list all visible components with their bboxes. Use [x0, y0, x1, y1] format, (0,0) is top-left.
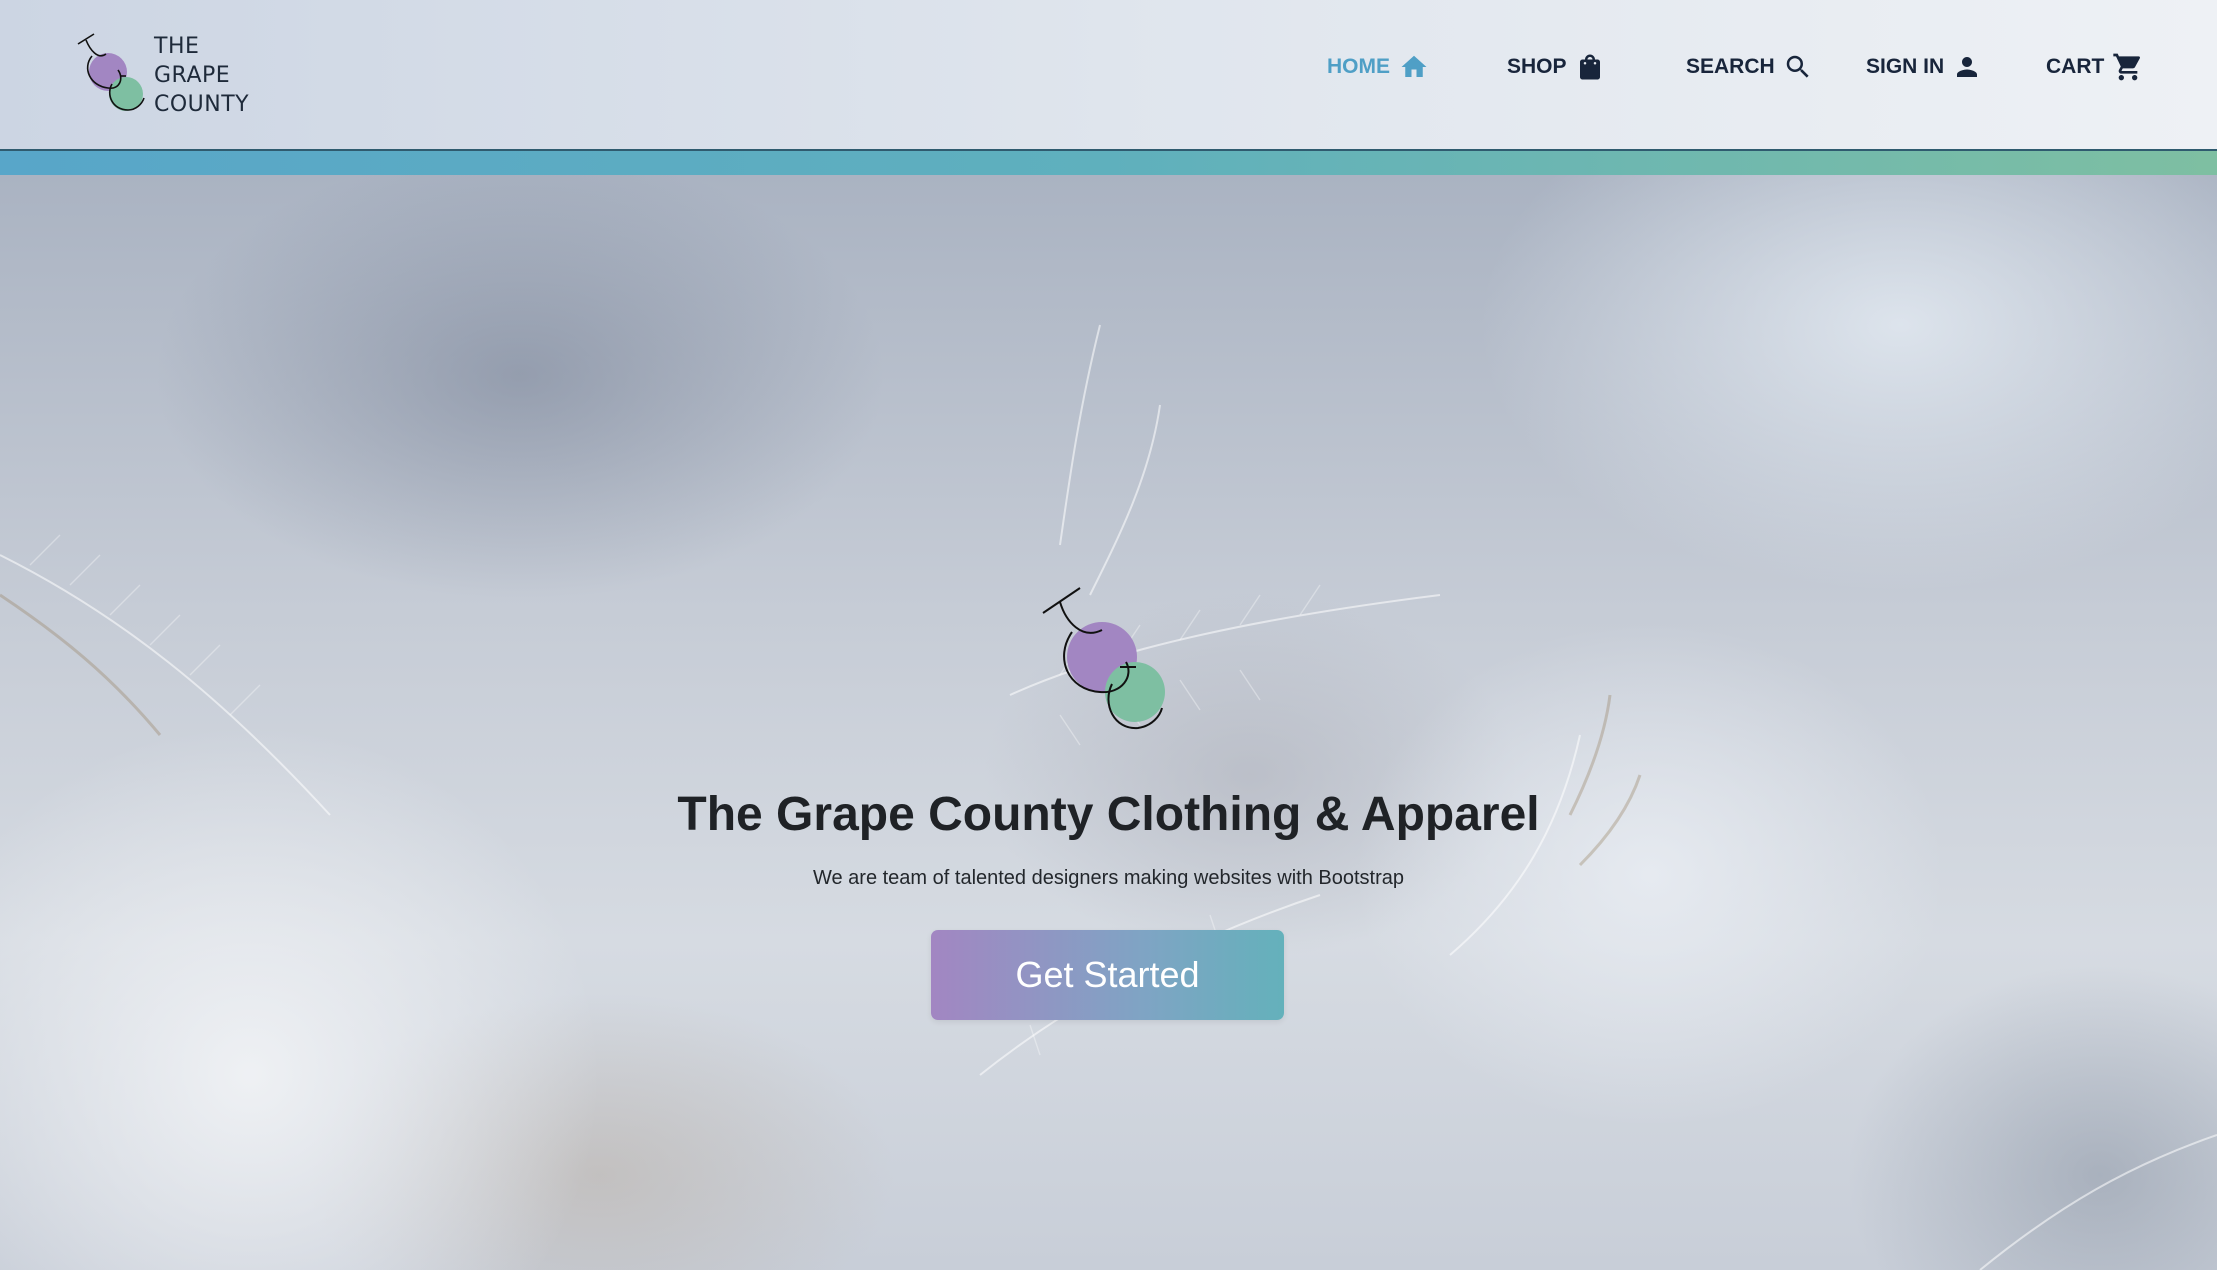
logo-wordmark: THE GRAPE COUNTY	[154, 32, 249, 119]
nav-shop[interactable]: SHOP	[1507, 46, 1605, 88]
nav-search-label: SEARCH	[1686, 55, 1775, 78]
nav-home-label: HOME	[1327, 55, 1390, 78]
nav-cart-label: CART	[2046, 55, 2105, 78]
logo-line: GRAPE	[154, 63, 231, 88]
hero-section: The Grape County Clothing & Apparel We a…	[0, 175, 2217, 1270]
nav-sign-in-label: SIGN IN	[1866, 55, 1945, 78]
site-header: THE GRAPE COUNTY HOME SHOP SEARCH SIGN I…	[0, 0, 2217, 151]
hero-subtitle: We are team of talented designers making…	[812, 867, 1405, 889]
nav-sign-in[interactable]: SIGN IN	[1866, 46, 1982, 88]
search-icon	[1786, 55, 1809, 78]
logo-line: COUNTY	[154, 92, 250, 117]
home-icon	[1401, 55, 1427, 77]
nav-home[interactable]: HOME	[1327, 46, 1430, 88]
grape-logo-icon	[77, 33, 145, 111]
header-accent-bar	[0, 151, 2217, 175]
hero-grape-logo-icon	[1042, 587, 1165, 730]
cart-icon	[2113, 53, 2141, 81]
nav-search[interactable]: SEARCH	[1686, 46, 1813, 88]
logo-line: THE	[154, 34, 200, 59]
user-icon	[1957, 57, 1978, 77]
shopping-bag-icon	[1579, 54, 1600, 80]
nav-cart[interactable]: CART	[2046, 46, 2144, 88]
page: THE GRAPE COUNTY HOME SHOP SEARCH SIGN I…	[0, 0, 2217, 1270]
nav-shop-label: SHOP	[1507, 55, 1567, 78]
brand-logo[interactable]: THE GRAPE COUNTY	[72, 24, 262, 124]
get-started-button[interactable]: Get Started	[931, 930, 1284, 1020]
hero-title: The Grape County Clothing & Apparel	[677, 788, 1540, 841]
